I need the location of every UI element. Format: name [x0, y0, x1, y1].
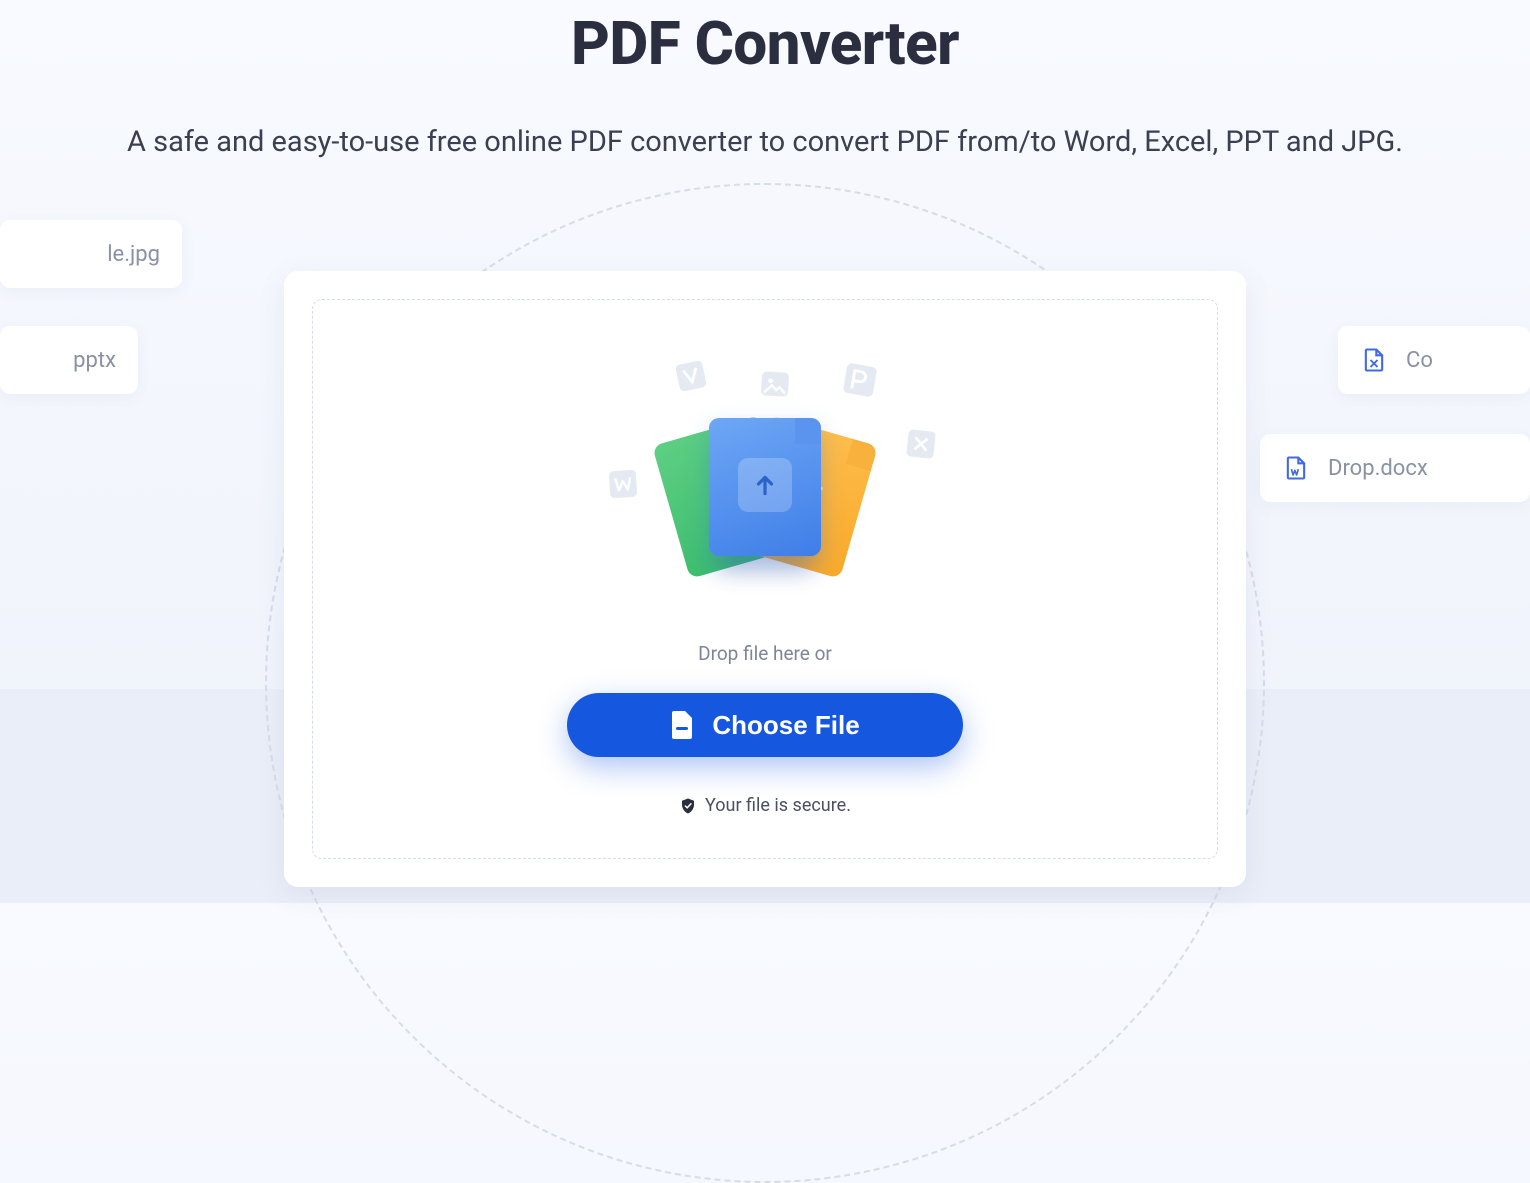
- choose-file-button[interactable]: Choose File: [567, 693, 963, 757]
- page-title: PDF Converter: [0, 8, 1530, 79]
- page-subtitle: A safe and easy-to-use free online PDF c…: [0, 125, 1530, 159]
- upload-card: E PT Drop file here or: [284, 271, 1246, 887]
- file-icon: [670, 710, 694, 740]
- floating-chip-jpg: le.jpg: [0, 220, 182, 288]
- chip-label: pptx: [73, 348, 116, 373]
- chip-label: Drop.docx: [1328, 456, 1428, 481]
- floating-chip-excel: Co: [1338, 326, 1530, 394]
- image-icon: [756, 365, 794, 403]
- choose-file-label: Choose File: [712, 710, 859, 741]
- visio-icon: [670, 355, 713, 398]
- chip-label: le.jpg: [107, 242, 160, 267]
- upload-illustration: E PT: [595, 338, 935, 578]
- upload-arrow-icon: [738, 458, 792, 512]
- floating-chip-pptx: pptx: [0, 326, 138, 394]
- secure-text-label: Your file is secure.: [705, 795, 851, 816]
- drop-here-text: Drop file here or: [698, 642, 832, 665]
- word-icon: [604, 465, 642, 503]
- floating-chip-docx: Drop.docx: [1260, 434, 1530, 502]
- secure-note: Your file is secure.: [679, 795, 851, 816]
- file-card-upload: [709, 418, 821, 556]
- powerpoint-icon: [837, 357, 883, 403]
- excel-icon: [901, 424, 941, 464]
- dropzone[interactable]: E PT Drop file here or: [312, 299, 1218, 859]
- shield-check-icon: [679, 797, 697, 815]
- word-file-icon: [1282, 454, 1310, 482]
- file-stack-illustration: E PT: [655, 418, 875, 576]
- chip-label: Co: [1406, 348, 1433, 373]
- excel-file-icon: [1360, 346, 1388, 374]
